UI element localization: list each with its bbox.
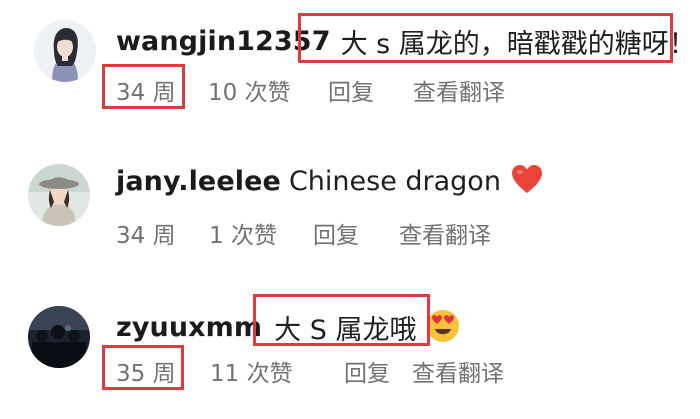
username[interactable]: wangjin12357 bbox=[116, 26, 331, 57]
comment-item: jany.leelee Chinese dragon 34 周 1 次赞 回复 … bbox=[0, 150, 700, 260]
translate-button[interactable]: 查看翻译 bbox=[412, 354, 504, 388]
avatar[interactable] bbox=[28, 164, 90, 226]
comment-item: zyuuxmm 大 S 属龙哦 35 周 11 次赞 回复 查看翻译 bbox=[0, 290, 700, 410]
avatar-dark-crowd-icon bbox=[28, 306, 90, 368]
like-count[interactable]: 1 次赞 bbox=[209, 216, 277, 250]
translate-button[interactable]: 查看翻译 bbox=[399, 216, 491, 250]
avatar[interactable] bbox=[28, 306, 90, 368]
comment-text: Chinese dragon bbox=[288, 165, 501, 197]
like-count[interactable]: 11 次赞 bbox=[210, 354, 293, 388]
avatar[interactable] bbox=[34, 20, 96, 82]
heart-eyes-emoji-icon bbox=[426, 309, 460, 347]
username[interactable]: jany.leelee bbox=[116, 166, 281, 197]
comment-time: 34 周 bbox=[116, 223, 176, 249]
comment-time: 34 周 bbox=[116, 80, 176, 106]
reply-button[interactable]: 回复 bbox=[328, 73, 374, 107]
comment-item: wangjin12357 大 s 属龙的，暗戳戳的糖呀！ 34 周 10 次赞 … bbox=[0, 0, 700, 120]
reply-button[interactable]: 回复 bbox=[313, 216, 359, 250]
avatar-woman-with-hat-icon bbox=[28, 164, 90, 226]
translate-button[interactable]: 查看翻译 bbox=[413, 73, 505, 107]
username[interactable]: zyuuxmm bbox=[116, 312, 262, 343]
red-heart-icon bbox=[511, 164, 543, 198]
comment-text: 大 s 属龙的，暗戳戳的糖呀！ bbox=[340, 29, 696, 60]
comment-text: 大 S 属龙哦 bbox=[274, 315, 417, 346]
like-count[interactable]: 10 次赞 bbox=[208, 73, 291, 107]
avatar-illustrated-woman-icon bbox=[34, 20, 96, 82]
reply-button[interactable]: 回复 bbox=[344, 354, 390, 388]
comment-time: 35 周 bbox=[116, 361, 176, 387]
